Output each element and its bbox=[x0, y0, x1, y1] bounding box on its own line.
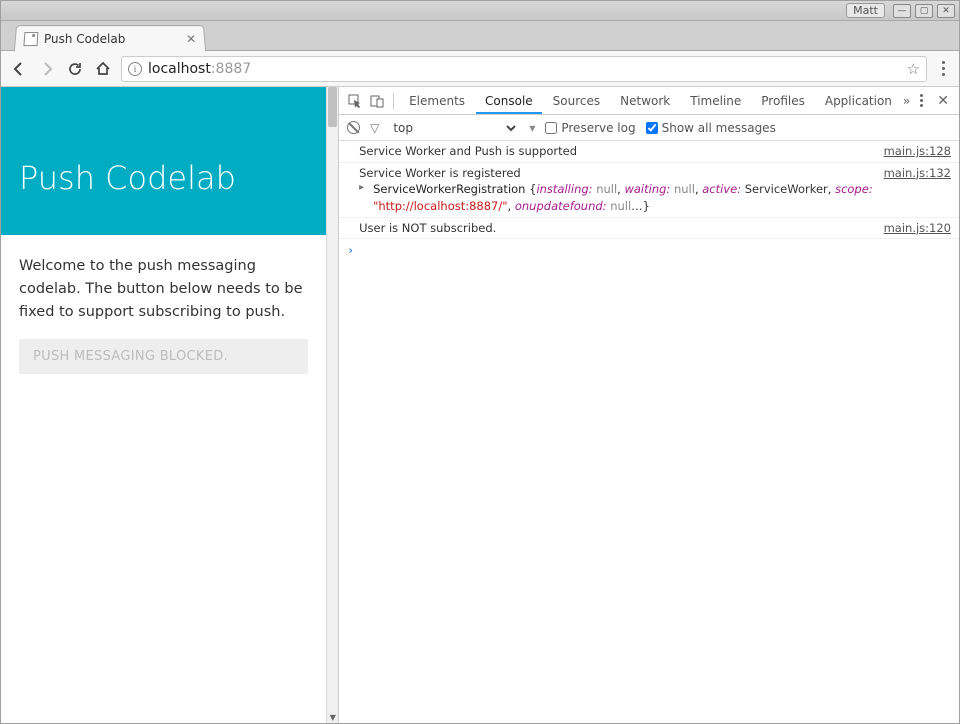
source-link[interactable]: main.js:128 bbox=[884, 143, 951, 160]
context-selector[interactable]: top bbox=[389, 120, 519, 136]
scroll-down-arrow-icon[interactable]: ▼ bbox=[327, 711, 338, 723]
console-prompt[interactable] bbox=[339, 239, 959, 261]
address-bar[interactable]: i localhost:8887 ☆ bbox=[121, 56, 927, 82]
browser-toolbar: i localhost:8887 ☆ bbox=[1, 51, 959, 87]
tab-network[interactable]: Network bbox=[611, 88, 679, 114]
devtools-tabbar: Elements Console Sources Network Timelin… bbox=[339, 87, 959, 115]
back-button[interactable] bbox=[9, 59, 29, 79]
os-titlebar: Matt — ▢ ✕ bbox=[1, 1, 959, 21]
forward-button[interactable] bbox=[37, 59, 57, 79]
tab-console[interactable]: Console bbox=[476, 88, 542, 114]
tab-timeline[interactable]: Timeline bbox=[681, 88, 750, 114]
devtools-close-button[interactable]: ✕ bbox=[933, 93, 953, 109]
devtools-panel: Elements Console Sources Network Timelin… bbox=[338, 87, 959, 723]
browser-window: Matt — ▢ ✕ Push Codelab ✕ i localhost:88… bbox=[0, 0, 960, 724]
inspect-element-icon[interactable] bbox=[345, 91, 365, 111]
hero-banner: Push Codelab bbox=[1, 87, 326, 235]
tab-close-button[interactable]: ✕ bbox=[186, 32, 197, 46]
tab-title: Push Codelab bbox=[44, 32, 187, 46]
show-all-checkbox[interactable] bbox=[646, 122, 658, 134]
window-close-button[interactable]: ✕ bbox=[937, 4, 955, 18]
tab-strip: Push Codelab ✕ bbox=[1, 21, 959, 51]
bookmark-star-icon[interactable]: ☆ bbox=[907, 60, 920, 78]
page-body-text: Welcome to the push messaging codelab. T… bbox=[1, 235, 326, 335]
url-text: localhost:8887 bbox=[148, 61, 251, 77]
message-text: Service Worker is registered bbox=[359, 166, 521, 180]
page-title: Push Codelab bbox=[19, 159, 308, 197]
devtools-menu-button[interactable] bbox=[916, 94, 927, 107]
clear-console-icon[interactable] bbox=[347, 121, 360, 134]
content-area: Push Codelab Welcome to the push messagi… bbox=[1, 87, 959, 723]
page-scrollbar[interactable]: ▲ ▼ bbox=[326, 87, 338, 723]
chevron-down-icon: ▾ bbox=[529, 121, 535, 135]
home-button[interactable] bbox=[93, 59, 113, 79]
source-link[interactable]: main.js:132 bbox=[884, 165, 951, 182]
window-minimize-button[interactable]: — bbox=[893, 4, 911, 18]
filter-icon[interactable]: ▽ bbox=[370, 121, 379, 135]
preserve-log-checkbox[interactable] bbox=[545, 122, 557, 134]
os-user-badge: Matt bbox=[846, 3, 885, 18]
preserve-log-toggle[interactable]: Preserve log bbox=[545, 121, 635, 135]
console-output: main.js:128 Service Worker and Push is s… bbox=[339, 141, 959, 723]
tab-elements[interactable]: Elements bbox=[400, 88, 474, 114]
console-message: main.js:132 Service Worker is registered… bbox=[339, 163, 959, 218]
tab-sources[interactable]: Sources bbox=[544, 88, 609, 114]
console-message: main.js:128 Service Worker and Push is s… bbox=[339, 141, 959, 163]
browser-menu-button[interactable] bbox=[935, 57, 951, 80]
site-info-icon[interactable]: i bbox=[128, 62, 142, 76]
scroll-thumb[interactable] bbox=[328, 87, 337, 127]
tab-profiles[interactable]: Profiles bbox=[752, 88, 814, 114]
device-toolbar-icon[interactable] bbox=[367, 91, 387, 111]
console-message: main.js:120 User is NOT subscribed. bbox=[339, 218, 959, 240]
separator bbox=[393, 93, 394, 109]
console-filterbar: ▽ top ▾ Preserve log Show all messages bbox=[339, 115, 959, 141]
source-link[interactable]: main.js:120 bbox=[884, 220, 951, 237]
push-messaging-button[interactable]: PUSH MESSAGING BLOCKED. bbox=[19, 339, 308, 374]
expandable-object[interactable]: ServiceWorkerRegistration {installing: n… bbox=[359, 181, 951, 214]
message-text: Service Worker and Push is supported bbox=[359, 144, 577, 158]
reload-button[interactable] bbox=[65, 59, 85, 79]
show-all-toggle[interactable]: Show all messages bbox=[646, 121, 776, 135]
page-viewport: Push Codelab Welcome to the push messagi… bbox=[1, 87, 326, 723]
tab-application[interactable]: Application bbox=[816, 88, 901, 114]
window-maximize-button[interactable]: ▢ bbox=[915, 4, 933, 18]
browser-tab[interactable]: Push Codelab ✕ bbox=[14, 25, 206, 51]
message-text: User is NOT subscribed. bbox=[359, 221, 496, 235]
overflow-tabs-icon[interactable]: » bbox=[903, 94, 910, 108]
file-icon bbox=[23, 32, 38, 46]
